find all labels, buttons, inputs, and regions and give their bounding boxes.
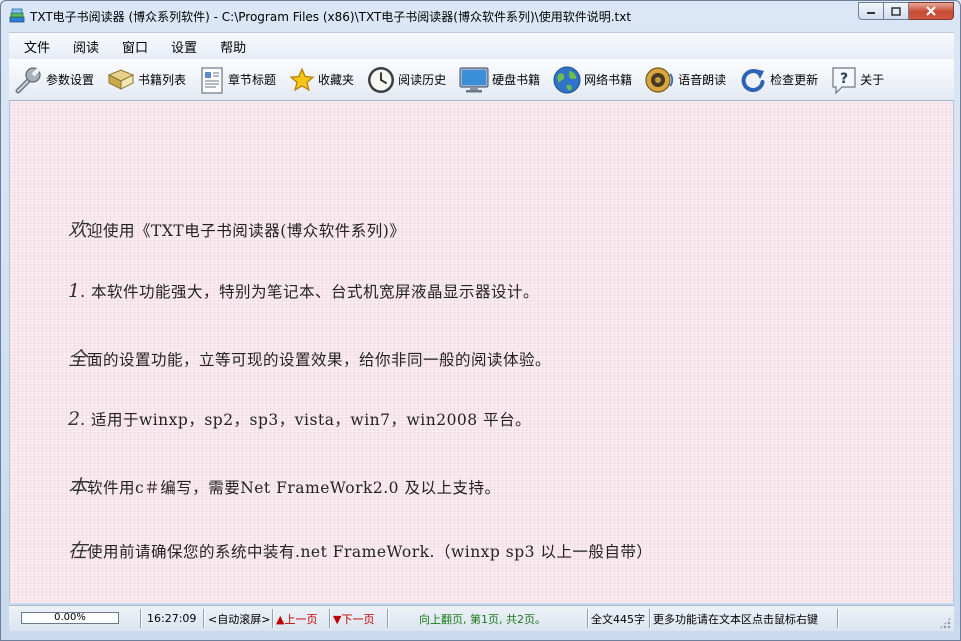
maximize-icon — [891, 6, 901, 16]
status-separator — [203, 609, 205, 628]
status-bar: 0.00% 16:27:09 <自动滚屏> ▲上一页 ▼下一页 向上翻页, 第1… — [9, 605, 954, 631]
speaker-icon — [645, 66, 674, 93]
status-separator — [387, 609, 389, 628]
toolbar-label: 章节标题 — [228, 73, 277, 87]
books-icon — [107, 68, 135, 90]
toolbar-history-button[interactable]: 阅读历史 — [363, 62, 449, 98]
globe-icon — [553, 66, 581, 93]
wrench-icon — [15, 66, 42, 93]
toolbar-about-button[interactable]: ? 关于 — [827, 62, 887, 98]
close-icon — [926, 6, 936, 16]
text-line: 2. 适用于winxp，sp2，sp3，vista，win7，win2008 平… — [68, 408, 532, 430]
text-line: 欢迎使用《TXT电子书阅读器(博众软件系列)》 — [68, 219, 406, 241]
toolbar-net-books-button[interactable]: 网络书籍 — [549, 62, 635, 98]
title-bar[interactable]: TXT电子书阅读器 (博众系列软件) - C:\Program Files (x… — [1, 1, 960, 31]
minimize-button[interactable] — [858, 2, 884, 20]
toolbar-voice-button[interactable]: 语音朗读 — [641, 62, 729, 98]
app-book-icon — [9, 8, 25, 23]
progress-text: 0.00% — [54, 612, 86, 623]
prev-page-button[interactable]: ▲上一页 — [276, 609, 317, 628]
page-info: 向上翻页, 第1页, 共2页。 — [419, 612, 546, 626]
menu-window[interactable]: 窗口 — [114, 35, 156, 57]
status-separator — [329, 609, 331, 628]
auto-scroll-button[interactable]: <自动滚屏> — [208, 609, 270, 628]
toolbar-update-button[interactable]: 检查更新 — [735, 62, 821, 98]
toolbar-label: 语音朗读 — [678, 73, 727, 87]
star-icon — [289, 66, 315, 91]
toolbar-booklist-button[interactable]: 书籍列表 — [103, 62, 189, 98]
status-separator — [837, 609, 839, 628]
text-line: 全面的设置功能，立等可现的设置效果，给你非同一般的阅读体验。 — [68, 348, 552, 370]
toolbar-settings-button[interactable]: 参数设置 — [9, 62, 97, 98]
help-icon: ? — [832, 66, 856, 94]
toolbar-label: 收藏夹 — [318, 73, 355, 87]
document-icon — [201, 66, 223, 94]
toolbar: 参数设置 书籍列表 章节标题 收藏夹 阅读历史 硬盘书籍 网络书籍 语音朗读 检… — [9, 59, 954, 101]
toolbar-favorites-button[interactable]: 收藏夹 — [285, 62, 357, 98]
toolbar-label: 书籍列表 — [138, 73, 187, 87]
status-separator — [649, 609, 651, 628]
toolbar-chapters-button[interactable]: 章节标题 — [195, 62, 279, 98]
monitor-icon — [459, 66, 489, 92]
close-button[interactable] — [909, 2, 954, 20]
status-hint: 更多功能请在文本区点击鼠标右键 — [653, 612, 818, 626]
menu-bar: 文件 阅读 窗口 设置 帮助 — [9, 32, 954, 59]
status-separator — [140, 609, 142, 628]
reading-area[interactable]: 欢迎使用《TXT电子书阅读器(博众软件系列)》 1. 本软件功能强大，特别为笔记… — [9, 101, 954, 603]
text-line: 1. 本软件功能强大，特别为笔记本、台式机宽屏液晶显示器设计。 — [68, 280, 539, 302]
resize-grip[interactable] — [939, 617, 951, 629]
toolbar-label: 硬盘书籍 — [492, 73, 541, 87]
menu-help[interactable]: 帮助 — [212, 35, 254, 57]
status-time: 16:27:09 — [147, 612, 197, 625]
next-page-button[interactable]: ▼下一页 — [333, 609, 374, 628]
svg-text:?: ? — [840, 71, 848, 87]
text-line: 在使用前请确保您的系统中装有.net FrameWork.（winxp sp3 … — [68, 540, 653, 562]
menu-file[interactable]: 文件 — [16, 35, 58, 57]
toolbar-label: 检查更新 — [770, 73, 819, 87]
status-separator — [587, 609, 589, 628]
menu-settings[interactable]: 设置 — [163, 35, 205, 57]
status-separator — [272, 609, 274, 628]
minimize-icon — [867, 12, 875, 14]
word-count: 全文445字 — [591, 612, 645, 626]
toolbar-label: 参数设置 — [46, 73, 95, 87]
text-line: 本软件用c＃编写，需要Net FrameWork2.0 及以上支持。 — [68, 476, 501, 498]
window-title: TXT电子书阅读器 (博众系列软件) - C:\Program Files (x… — [30, 10, 632, 24]
toolbar-label: 关于 — [860, 73, 885, 87]
toolbar-label: 阅读历史 — [398, 73, 447, 87]
menu-read[interactable]: 阅读 — [65, 35, 107, 57]
app-window: TXT电子书阅读器 (博众系列软件) - C:\Program Files (x… — [0, 0, 961, 641]
toolbar-disk-books-button[interactable]: 硬盘书籍 — [455, 62, 543, 98]
maximize-button[interactable] — [884, 2, 909, 20]
clock-icon — [368, 66, 395, 93]
toolbar-label: 网络书籍 — [584, 73, 633, 87]
refresh-icon — [741, 68, 765, 92]
reading-progress-bar: 0.00% — [21, 612, 119, 624]
